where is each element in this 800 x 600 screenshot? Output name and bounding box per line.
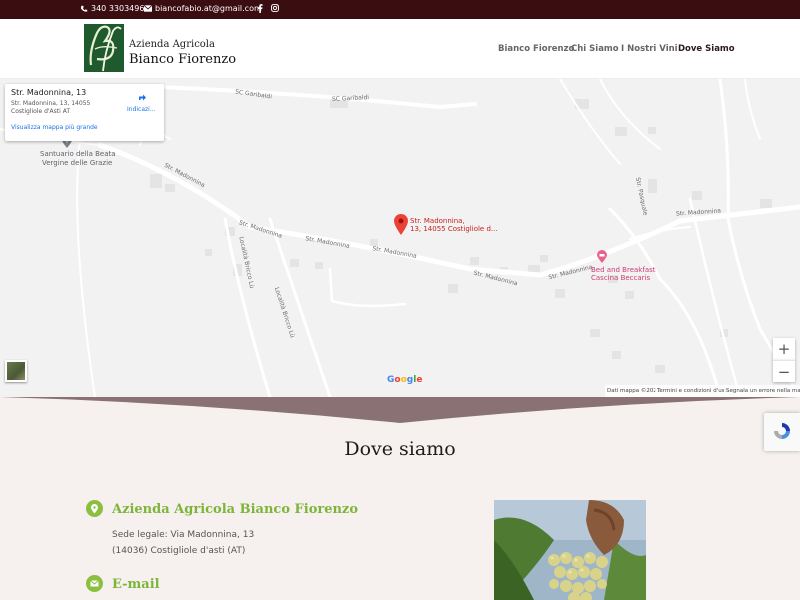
nav-bianco-fiorenzo[interactable]: Bianco Fiorenzo bbox=[498, 44, 574, 54]
email-title: E-mail bbox=[112, 577, 160, 592]
bnb-label-line1: Bed and Breakfast bbox=[591, 266, 656, 274]
zoom-in-button[interactable]: + bbox=[773, 338, 795, 360]
directions-icon[interactable] bbox=[135, 90, 149, 104]
nav-nostri-vini[interactable]: I Nostri Vini bbox=[621, 44, 678, 54]
map-report-link[interactable]: Segnala un errore nella mappa bbox=[724, 385, 800, 397]
nav-dove-siamo[interactable]: Dove Siamo bbox=[678, 44, 735, 54]
company-address-line2: (14036) Costigliole d'asti (AT) bbox=[112, 546, 246, 556]
location-marker-icon bbox=[86, 500, 103, 517]
map-terms-link[interactable]: Termini e condizioni d'uso bbox=[655, 385, 730, 397]
company-title: Azienda Agricola Bianco Fiorenzo bbox=[112, 502, 358, 517]
map-label-santuario: Vergine delle Grazie bbox=[42, 159, 113, 167]
email-address: biancofabio.at@gmail.com bbox=[155, 4, 262, 13]
email-marker-icon bbox=[86, 575, 103, 592]
section-divider bbox=[0, 397, 800, 425]
phone-number: 340 3303496 bbox=[91, 4, 145, 13]
info-card-title: Str. Madonnina, 13 bbox=[11, 88, 87, 97]
directions-link[interactable]: Indicazi... bbox=[127, 106, 156, 113]
instagram-icon bbox=[271, 4, 279, 12]
grapes-photo bbox=[494, 500, 646, 600]
company-address-line1: Sede legale: Via Madonnina, 13 bbox=[112, 530, 255, 540]
site-logo[interactable]: Azienda Agricola Bianco Fiorenzo bbox=[83, 21, 243, 77]
page-title: Dove siamo bbox=[344, 438, 456, 460]
map-label-santuario: Santuario della Beata bbox=[40, 150, 116, 158]
logo-mark-icon bbox=[84, 24, 124, 72]
logo-line2: Bianco Fiorenzo bbox=[129, 52, 237, 67]
satellite-toggle[interactable] bbox=[5, 360, 27, 382]
nav-chi-siamo[interactable]: Chi Siamo bbox=[571, 44, 619, 54]
pin-label-line2: 13, 14055 Costigliole d... bbox=[410, 225, 498, 233]
info-card-address: Str. Madonnina, 13, 14055 Costigliole d'… bbox=[11, 100, 91, 115]
zoom-out-button[interactable]: − bbox=[773, 360, 795, 382]
instagram-link[interactable] bbox=[271, 4, 279, 12]
phone-contact[interactable]: 340 3303496 bbox=[80, 4, 144, 13]
email-contact[interactable]: biancofabio.at@gmail.com bbox=[144, 4, 262, 13]
map-info-card: Str. Madonnina, 13 Str. Madonnina, 13, 1… bbox=[5, 84, 164, 141]
google-map[interactable]: SC Garibaldi SC Garibaldi Str. Madonnina… bbox=[0, 79, 800, 397]
facebook-link[interactable] bbox=[257, 4, 263, 13]
google-logo: Google bbox=[387, 375, 423, 385]
top-bar: 340 3303496 biancofabio.at@gmail.com bbox=[0, 0, 800, 19]
larger-map-link[interactable]: Visualizza mappa più grande bbox=[11, 124, 98, 131]
location-pin-icon[interactable] bbox=[394, 214, 408, 235]
lodging-icon[interactable] bbox=[597, 250, 607, 263]
site-header: Azienda Agricola Bianco Fiorenzo Bianco … bbox=[0, 19, 800, 79]
facebook-icon bbox=[257, 4, 263, 13]
phone-icon bbox=[80, 5, 88, 12]
envelope-icon bbox=[144, 5, 152, 12]
logo-line1: Azienda Agricola bbox=[129, 39, 215, 50]
pin-label-line1: Str. Madonnina, bbox=[410, 217, 465, 225]
bnb-label-line2: Cascina Beccaris bbox=[591, 274, 651, 282]
map-data-credit: Dati mappa ©2021 bbox=[605, 385, 663, 397]
